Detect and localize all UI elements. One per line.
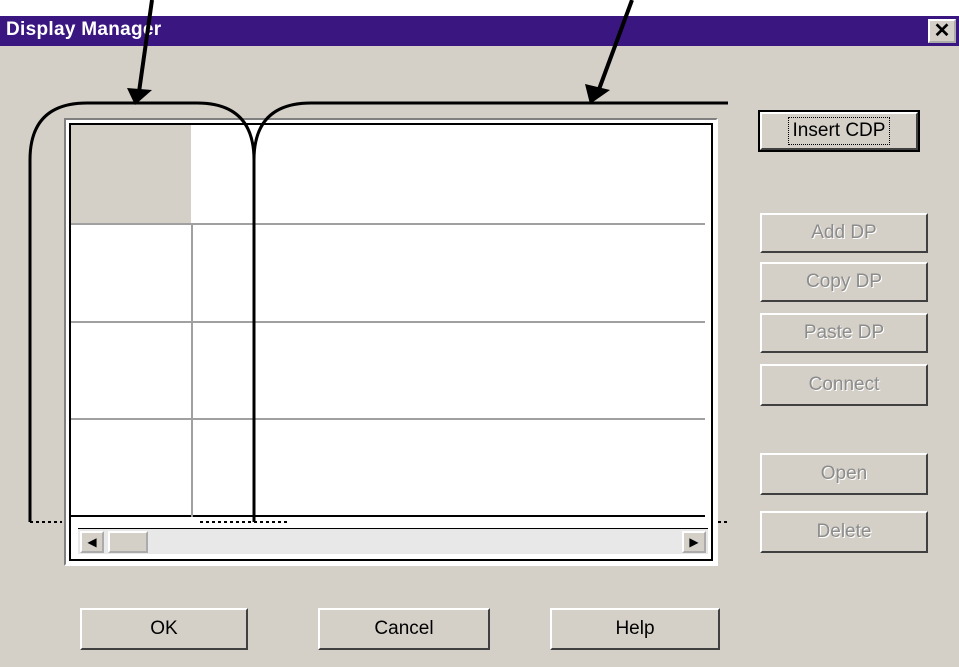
grid-column-divider bbox=[191, 223, 193, 517]
add-dp-button[interactable]: Add DP bbox=[760, 213, 928, 253]
grid-header-cell[interactable] bbox=[191, 125, 705, 223]
close-button[interactable]: ✕ bbox=[928, 19, 956, 43]
display-manager-dialog: Display Manager ✕ ◀ ▶ Insert CDP Add DP … bbox=[0, 16, 959, 667]
paste-dp-button[interactable]: Paste DP bbox=[760, 313, 928, 353]
table-row[interactable] bbox=[71, 420, 191, 515]
close-icon: ✕ bbox=[933, 20, 951, 42]
display-point-grid: ◀ ▶ bbox=[64, 118, 718, 566]
ok-button[interactable]: OK bbox=[80, 608, 248, 650]
insert-cdp-label: Insert CDP bbox=[787, 117, 891, 145]
arrow-left-icon: ◀ bbox=[87, 535, 97, 549]
arrow-right-icon: ▶ bbox=[689, 535, 699, 549]
ok-label: OK bbox=[150, 618, 178, 639]
delete-button[interactable]: Delete bbox=[760, 511, 928, 553]
grid-inner: ◀ ▶ bbox=[69, 123, 713, 561]
cancel-label: Cancel bbox=[374, 618, 434, 639]
copy-dp-label: Copy DP bbox=[805, 271, 883, 292]
open-label: Open bbox=[820, 463, 868, 484]
help-button[interactable]: Help bbox=[550, 608, 720, 650]
delete-label: Delete bbox=[816, 521, 872, 542]
add-dp-label: Add DP bbox=[811, 222, 877, 243]
connect-label: Connect bbox=[808, 374, 880, 395]
help-label: Help bbox=[615, 618, 655, 639]
scroll-left-button[interactable]: ◀ bbox=[80, 531, 104, 553]
scroll-thumb[interactable] bbox=[108, 531, 148, 553]
cancel-button[interactable]: Cancel bbox=[318, 608, 490, 650]
window-title: Display Manager bbox=[6, 19, 162, 40]
connect-button[interactable]: Connect bbox=[760, 364, 928, 406]
grid-row-divider bbox=[71, 515, 705, 517]
open-button[interactable]: Open bbox=[760, 453, 928, 495]
copy-dp-button[interactable]: Copy DP bbox=[760, 262, 928, 302]
table-row[interactable] bbox=[71, 225, 191, 321]
paste-dp-label: Paste DP bbox=[803, 322, 885, 343]
horizontal-scrollbar[interactable]: ◀ ▶ bbox=[78, 528, 708, 554]
title-bar[interactable]: Display Manager ✕ bbox=[0, 16, 959, 46]
table-row[interactable] bbox=[71, 323, 191, 418]
grid-corner-cell bbox=[71, 125, 191, 223]
scroll-right-button[interactable]: ▶ bbox=[682, 531, 706, 553]
insert-cdp-button[interactable]: Insert CDP bbox=[758, 110, 920, 152]
